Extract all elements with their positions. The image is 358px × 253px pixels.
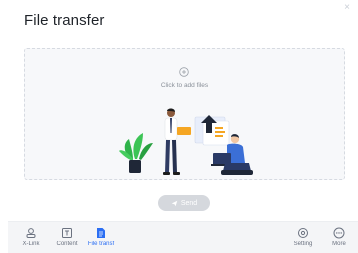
file-dropzone[interactable]: Click to add files (24, 48, 345, 180)
close-icon[interactable]: × (344, 3, 350, 13)
file-transfer-window: × File transfer Click to add files Send … (0, 0, 358, 253)
file-transfer-illustration (119, 108, 253, 175)
toolbar-label: File transf (87, 241, 115, 247)
send-icon (171, 200, 178, 206)
toolbar-label: Content (56, 241, 78, 247)
content-icon (62, 228, 72, 238)
toolbar-item-setting[interactable]: Setting (286, 225, 320, 253)
upload-document-image (194, 115, 230, 146)
add-files-hint[interactable]: Click to add files (25, 82, 344, 89)
toolbar-item-content[interactable]: Content (50, 225, 84, 253)
toolbar-item-x-link[interactable]: X-Link (14, 225, 48, 253)
more-icon (333, 227, 345, 239)
file-transfer-icon (97, 228, 105, 238)
toolbar-item-file-transfer[interactable]: File transf (84, 225, 118, 253)
send-label: Send (180, 199, 198, 207)
toolbar-label: Setting (293, 241, 313, 247)
toolbar-label: More (332, 241, 346, 247)
plant-image (119, 133, 153, 173)
page-title: File transfer (24, 12, 105, 29)
standing-person-image (163, 108, 191, 175)
link-icon (26, 228, 36, 238)
bottom-toolbar: X-Link Content File transf Setting More (8, 221, 358, 253)
toolbar-item-more[interactable]: More (322, 225, 356, 253)
send-button[interactable]: Send (158, 195, 210, 211)
gear-icon (298, 228, 308, 238)
toolbar-label: X-Link (22, 241, 40, 247)
plus-circle-icon[interactable] (179, 67, 189, 77)
